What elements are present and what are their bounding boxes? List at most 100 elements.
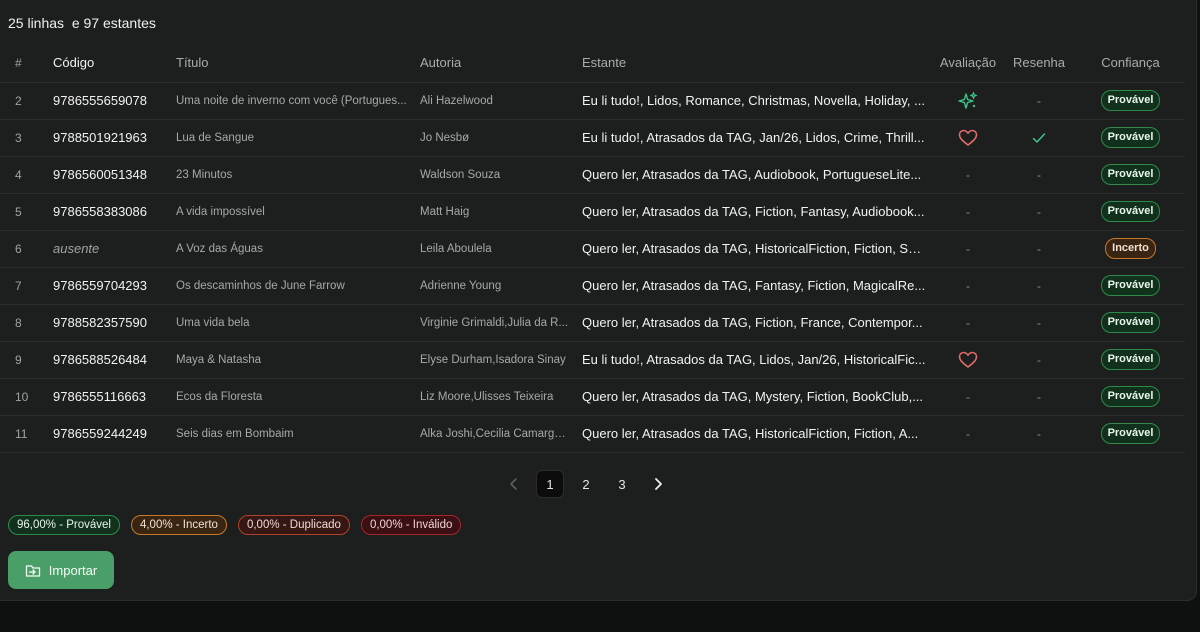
- confidence-badge: Provável: [1100, 423, 1161, 444]
- row-title: Uma noite de inverno com você (Portugues…: [166, 82, 410, 120]
- row-shelf: Eu li tudo!, Atrasados da TAG, Jan/26, L…: [572, 119, 934, 157]
- stat-provavel: 96,00% - Provável: [8, 515, 120, 535]
- row-confidence: Provável: [1076, 267, 1185, 305]
- row-confidence: Provável: [1076, 304, 1185, 342]
- heart-icon: [958, 129, 978, 146]
- row-title: Seis dias em Bombaim: [166, 415, 410, 453]
- row-title: Os descaminhos de June Farrow: [166, 267, 410, 305]
- confidence-badge: Provável: [1100, 90, 1161, 111]
- col-header-confidence[interactable]: Confiança: [1076, 44, 1185, 83]
- row-review: -: [1002, 341, 1076, 379]
- row-confidence: Provável: [1076, 378, 1185, 416]
- row-number: 3: [0, 119, 43, 157]
- row-shelf: Quero ler, Atrasados da TAG, Fiction, Fr…: [572, 304, 934, 342]
- row-rating: -: [934, 304, 1002, 342]
- row-author: Jo Nesbø: [410, 119, 572, 157]
- confidence-badge: Provável: [1100, 312, 1161, 333]
- row-shelf: Quero ler, Atrasados da TAG, Fantasy, Fi…: [572, 267, 934, 305]
- row-shelf: Eu li tudo!, Lidos, Romance, Christmas, …: [572, 82, 934, 120]
- row-author: Elyse Durham,Isadora Sinay: [410, 341, 572, 379]
- col-header-num[interactable]: #: [0, 44, 43, 83]
- row-confidence: Incerto: [1076, 230, 1185, 268]
- col-header-shelf[interactable]: Estante: [572, 44, 934, 83]
- confidence-badge: Incerto: [1105, 238, 1156, 259]
- import-button-label: Importar: [48, 562, 98, 578]
- col-header-code[interactable]: Código: [43, 44, 166, 83]
- row-shelf: Quero ler, Atrasados da TAG, HistoricalF…: [572, 230, 934, 268]
- row-rating: -: [934, 415, 1002, 453]
- table-row[interactable]: 6 ausente A Voz das Águas Leila Aboulela Que…: [0, 230, 1185, 268]
- table-row[interactable]: 5 9786558383086 A vida impossível Matt Haig…: [0, 193, 1185, 231]
- row-title: A Voz das Águas: [166, 230, 410, 268]
- row-number: 10: [0, 378, 43, 416]
- row-confidence: Provável: [1076, 193, 1185, 231]
- col-header-author[interactable]: Autoria: [410, 44, 572, 83]
- chevron-left-icon[interactable]: [500, 470, 528, 498]
- row-shelf: Quero ler, Atrasados da TAG, Audiobook, …: [572, 156, 934, 194]
- row-number: 8: [0, 304, 43, 342]
- row-review: -: [1002, 230, 1076, 268]
- table-row[interactable]: 7 9786559704293 Os descaminhos de June Far…: [0, 267, 1185, 305]
- page-button-2[interactable]: 2: [572, 470, 600, 498]
- import-button[interactable]: Importar: [8, 551, 114, 589]
- check-icon: [1032, 131, 1046, 145]
- row-number: 6: [0, 230, 43, 268]
- row-shelf: Quero ler, Atrasados da TAG, HistoricalF…: [572, 415, 934, 453]
- row-number: 7: [0, 267, 43, 305]
- row-code: 9786588526484: [43, 341, 166, 379]
- row-confidence: Provável: [1076, 82, 1185, 120]
- row-number: 5: [0, 193, 43, 231]
- row-title: 23 Minutos: [166, 156, 410, 194]
- stat-invalido: 0,00% - Inválido: [360, 515, 462, 535]
- pagination: 1 2 3: [500, 470, 672, 498]
- table-row[interactable]: 4 9786560051348 23 Minutos Waldson Souza Que…: [0, 156, 1185, 194]
- row-code: 9788501921963: [43, 119, 166, 157]
- row-rating: -: [934, 193, 1002, 231]
- row-rating: [934, 119, 1002, 157]
- row-code: 9788582357590: [43, 304, 166, 342]
- page-button-3[interactable]: 3: [608, 470, 636, 498]
- row-rating: -: [934, 378, 1002, 416]
- confidence-stats: 96,00% - Provável 4,00% - Incerto 0,00% …: [8, 515, 462, 535]
- table-row[interactable]: 10 9786555116663 Ecos da Floresta Liz Moore…: [0, 378, 1185, 416]
- row-shelf: Eu li tudo!, Atrasados da TAG, Lidos, Ja…: [572, 341, 934, 379]
- row-title: Uma vida bela: [166, 304, 410, 342]
- row-title: A vida impossível: [166, 193, 410, 231]
- table-row[interactable]: 2 9786555659078 Uma noite de inverno com v…: [0, 82, 1185, 120]
- table-row[interactable]: 11 9786559244249 Seis dias em Bombaim Alka …: [0, 415, 1185, 453]
- col-header-rating[interactable]: Avaliação: [934, 44, 1002, 83]
- row-rating: [934, 82, 1002, 120]
- row-review: -: [1002, 267, 1076, 305]
- sparkles-icon: [958, 91, 978, 109]
- import-icon: [25, 562, 41, 578]
- table-header-row: # Código Título Autoria Estante Avaliaçã…: [0, 44, 1185, 83]
- table-row[interactable]: 3 9788501921963 Lua de Sangue Jo Nesbø Eu li…: [0, 119, 1185, 157]
- row-number: 4: [0, 156, 43, 194]
- table-row[interactable]: 8 9788582357590 Uma vida bela Virginie Grim…: [0, 304, 1185, 342]
- row-review: [1002, 119, 1076, 157]
- col-header-title[interactable]: Título: [166, 44, 410, 83]
- row-author: Adrienne Young: [410, 267, 572, 305]
- col-header-review[interactable]: Resenha: [1002, 44, 1076, 83]
- row-review: -: [1002, 415, 1076, 453]
- page-button-1[interactable]: 1: [536, 470, 564, 498]
- row-title: Lua de Sangue: [166, 119, 410, 157]
- row-rating: -: [934, 156, 1002, 194]
- row-rating: -: [934, 267, 1002, 305]
- table-row[interactable]: 9 9786588526484 Maya & Natasha Elyse Durham…: [0, 341, 1185, 379]
- row-author: Matt Haig: [410, 193, 572, 231]
- row-review: -: [1002, 156, 1076, 194]
- confidence-badge: Provável: [1100, 164, 1161, 185]
- row-confidence: Provável: [1076, 156, 1185, 194]
- row-review: -: [1002, 378, 1076, 416]
- row-code: 9786559704293: [43, 267, 166, 305]
- row-code: 9786560051348: [43, 156, 166, 194]
- row-review: -: [1002, 82, 1076, 120]
- row-title: Ecos da Floresta: [166, 378, 410, 416]
- row-author: Leila Aboulela: [410, 230, 572, 268]
- chevron-right-icon[interactable]: [644, 470, 672, 498]
- row-rating: [934, 341, 1002, 379]
- row-confidence: Provável: [1076, 341, 1185, 379]
- row-code: 9786555116663: [43, 378, 166, 416]
- row-rating: -: [934, 230, 1002, 268]
